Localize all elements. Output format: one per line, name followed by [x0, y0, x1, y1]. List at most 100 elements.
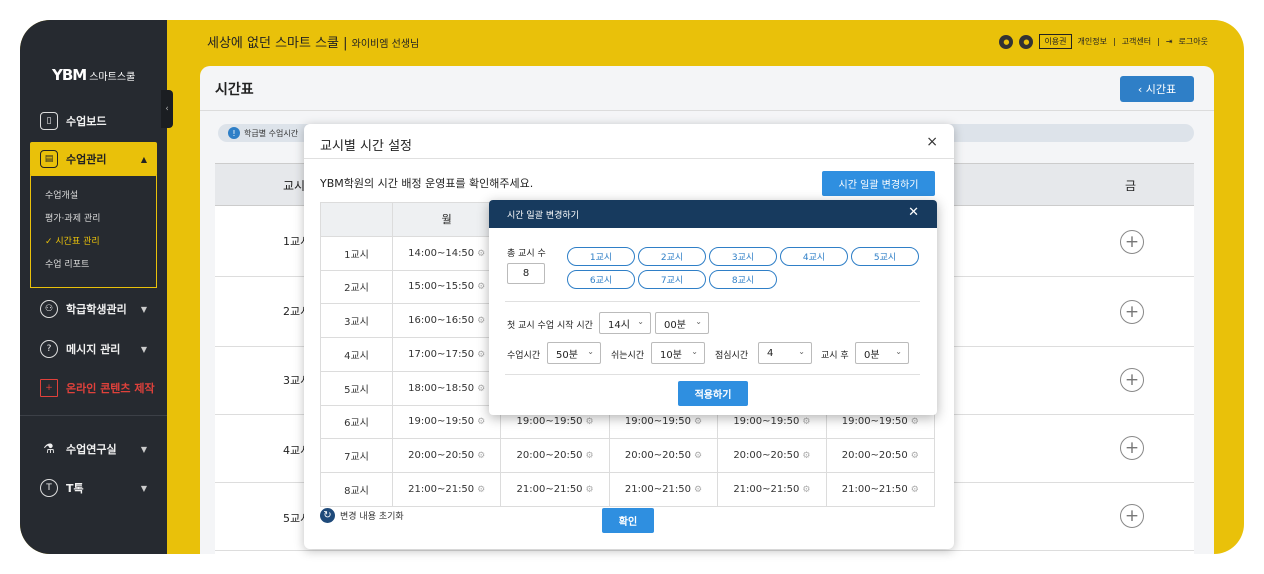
gear-icon: ⚙: [477, 282, 486, 293]
gear-icon: ⚙: [910, 451, 919, 462]
chevron-down-icon: ⌄: [637, 317, 644, 326]
students-icon: ⚇: [40, 300, 58, 318]
popup-header: 시간 일괄 변경하기: [489, 200, 937, 228]
header-monday: 월: [391, 202, 502, 237]
close-icon[interactable]: ×: [926, 134, 938, 150]
break-time-select[interactable]: 10분 ⌄: [651, 342, 705, 364]
time-cell[interactable]: 18:00~18:50 ⚙: [391, 370, 502, 406]
period-label: 2교시: [320, 269, 393, 305]
sidebar-item-class-management[interactable]: ▤ 수업관리 ▲: [30, 142, 157, 176]
gear-icon: ⚙: [802, 417, 811, 428]
logo[interactable]: YBM 스마트스쿨: [52, 66, 135, 84]
page-title: 시간표: [215, 82, 254, 98]
time-cell[interactable]: 20:00~20:50 ⚙: [500, 438, 610, 473]
time-cell[interactable]: 20:00~20:50 ⚙: [717, 438, 827, 473]
gear-icon: ⚙: [477, 451, 486, 462]
apply-button[interactable]: 적용하기: [678, 381, 748, 406]
sidebar: YBM 스마트스쿨 ▯ 수업보드 ▤ 수업관리 ▲ 수업개설 평가·과제 관리 ✓ 시간…: [20, 20, 167, 554]
sidebar-item-research[interactable]: ⚗ 수업연구실 ▼: [20, 438, 167, 460]
sidebar-collapse-handle[interactable]: ‹: [161, 90, 173, 128]
time-cell[interactable]: 20:00~20:50 ⚙: [608, 438, 719, 473]
gear-icon: ⚙: [693, 451, 703, 462]
start-minute-select[interactable]: 00분 ⌄: [655, 312, 709, 334]
notification-icon[interactable]: ●: [999, 34, 1014, 49]
period-pill-1[interactable]: 1교시: [567, 247, 635, 266]
timetable-back-button[interactable]: ‹ 시간표: [1120, 76, 1194, 102]
confirm-button[interactable]: 확인: [602, 508, 654, 533]
sidebar-item-class-board[interactable]: ▯ 수업보드: [20, 110, 167, 132]
time-cell[interactable]: 21:00~21:50 ⚙: [391, 472, 502, 507]
gear-icon: ⚙: [477, 484, 486, 495]
popup-divider: [505, 301, 920, 302]
add-class-button[interactable]: +: [1120, 436, 1144, 460]
logout-link[interactable]: 로그아웃: [1179, 36, 1208, 47]
gear-icon: ⚙: [585, 417, 594, 428]
lunch-duration-select[interactable]: 0분 ⌄: [855, 342, 909, 364]
time-cell[interactable]: 15:00~15:50 ⚙: [391, 269, 502, 305]
gear-icon: ⚙: [910, 417, 919, 428]
time-cell[interactable]: 19:00~19:50 ⚙: [391, 404, 502, 440]
add-class-button[interactable]: +: [1120, 368, 1144, 392]
caret-down-icon: ▼: [140, 444, 147, 454]
time-cell[interactable]: 21:00~21:50 ⚙: [500, 472, 610, 507]
row-divider: [215, 550, 1194, 551]
modal-title: 교시별 시간 설정: [320, 139, 412, 154]
bulk-change-button[interactable]: 시간 일괄 변경하기: [822, 171, 935, 196]
submenu-class-open[interactable]: 수업개설: [45, 185, 156, 208]
reset-changes-button[interactable]: ↻ 변경 내용 초기화: [320, 508, 404, 523]
time-cell[interactable]: 20:00~20:50 ⚙: [391, 438, 502, 473]
period-pill-4[interactable]: 4교시: [780, 247, 848, 266]
close-icon[interactable]: ✕: [908, 205, 919, 220]
period-label: 3교시: [320, 303, 393, 338]
time-cell[interactable]: 21:00~21:50 ⚙: [717, 472, 827, 507]
bulk-change-popup: 시간 일괄 변경하기 ✕ 총 교시 수 8 1교시 2교시 3교시 4교시 5교…: [489, 200, 937, 415]
chevron-down-icon: ⌄: [895, 347, 902, 356]
time-cell[interactable]: 20:00~20:50 ⚙: [825, 438, 936, 473]
time-cell[interactable]: 17:00~17:50 ⚙: [391, 337, 502, 372]
time-cell[interactable]: 21:00~21:50 ⚙: [608, 472, 719, 507]
sidebar-item-online-content[interactable]: + 온라인 콘텐츠 제작: [20, 377, 167, 399]
header-blank: [320, 202, 393, 237]
time-cell[interactable]: 14:00~14:50 ⚙: [391, 235, 502, 271]
time-cell[interactable]: 16:00~16:50 ⚙: [391, 303, 502, 338]
support-link[interactable]: 고객센터: [1122, 36, 1151, 47]
caret-up-icon: ▲: [140, 154, 147, 164]
period-label: 7교시: [320, 438, 393, 473]
modal-description: YBM학원의 시간 배정 운영표를 확인해주세요.: [320, 177, 534, 190]
chevron-down-icon: ⌄: [587, 347, 594, 356]
sidebar-item-messages[interactable]: ? 메시지 관리 ▼: [20, 338, 167, 360]
message-bell-icon[interactable]: ●: [1019, 34, 1034, 49]
profile-link[interactable]: 개인정보: [1078, 36, 1107, 47]
monitor-icon: +: [40, 379, 58, 397]
ttalk-icon: T: [40, 479, 58, 497]
sidebar-item-students[interactable]: ⚇ 학급학생관리 ▼: [20, 298, 167, 320]
period-pill-6[interactable]: 6교시: [567, 270, 635, 289]
add-class-button[interactable]: +: [1120, 300, 1144, 324]
period-label: 5교시: [320, 370, 393, 406]
gear-icon: ⚙: [477, 417, 486, 428]
usage-pass-button[interactable]: 이용권: [1039, 34, 1072, 49]
sidebar-item-ttalk[interactable]: T T톡 ▼: [20, 477, 167, 499]
time-cell[interactable]: 21:00~21:50 ⚙: [825, 472, 936, 507]
submenu: 수업개설 평가·과제 관리 ✓ 시간표 관리 수업 리포트: [30, 175, 157, 288]
logout-icon: ⇥: [1165, 37, 1173, 46]
period-pill-2[interactable]: 2교시: [638, 247, 706, 266]
lunch-after-select[interactable]: 4 ⌄: [758, 342, 812, 364]
start-hour-select[interactable]: 14시 ⌄: [599, 312, 651, 334]
add-class-button[interactable]: +: [1120, 504, 1144, 528]
message-icon: ?: [40, 340, 58, 358]
gear-icon: ⚙: [477, 248, 486, 259]
caret-down-icon: ▼: [140, 304, 147, 314]
period-pill-7[interactable]: 7교시: [638, 270, 706, 289]
submenu-timetable[interactable]: ✓ 시간표 관리: [45, 231, 156, 254]
period-pill-3[interactable]: 3교시: [709, 247, 777, 266]
add-class-button[interactable]: +: [1120, 230, 1144, 254]
gear-icon: ⚙: [477, 316, 486, 327]
submenu-assessment[interactable]: 평가·과제 관리: [45, 208, 156, 231]
total-periods-input[interactable]: 8: [507, 263, 545, 284]
gear-icon: ⚙: [477, 383, 486, 394]
submenu-report[interactable]: 수업 리포트: [45, 254, 156, 277]
class-time-select[interactable]: 50분 ⌄: [547, 342, 601, 364]
period-pill-8[interactable]: 8교시: [709, 270, 777, 289]
period-pill-5[interactable]: 5교시: [851, 247, 919, 266]
